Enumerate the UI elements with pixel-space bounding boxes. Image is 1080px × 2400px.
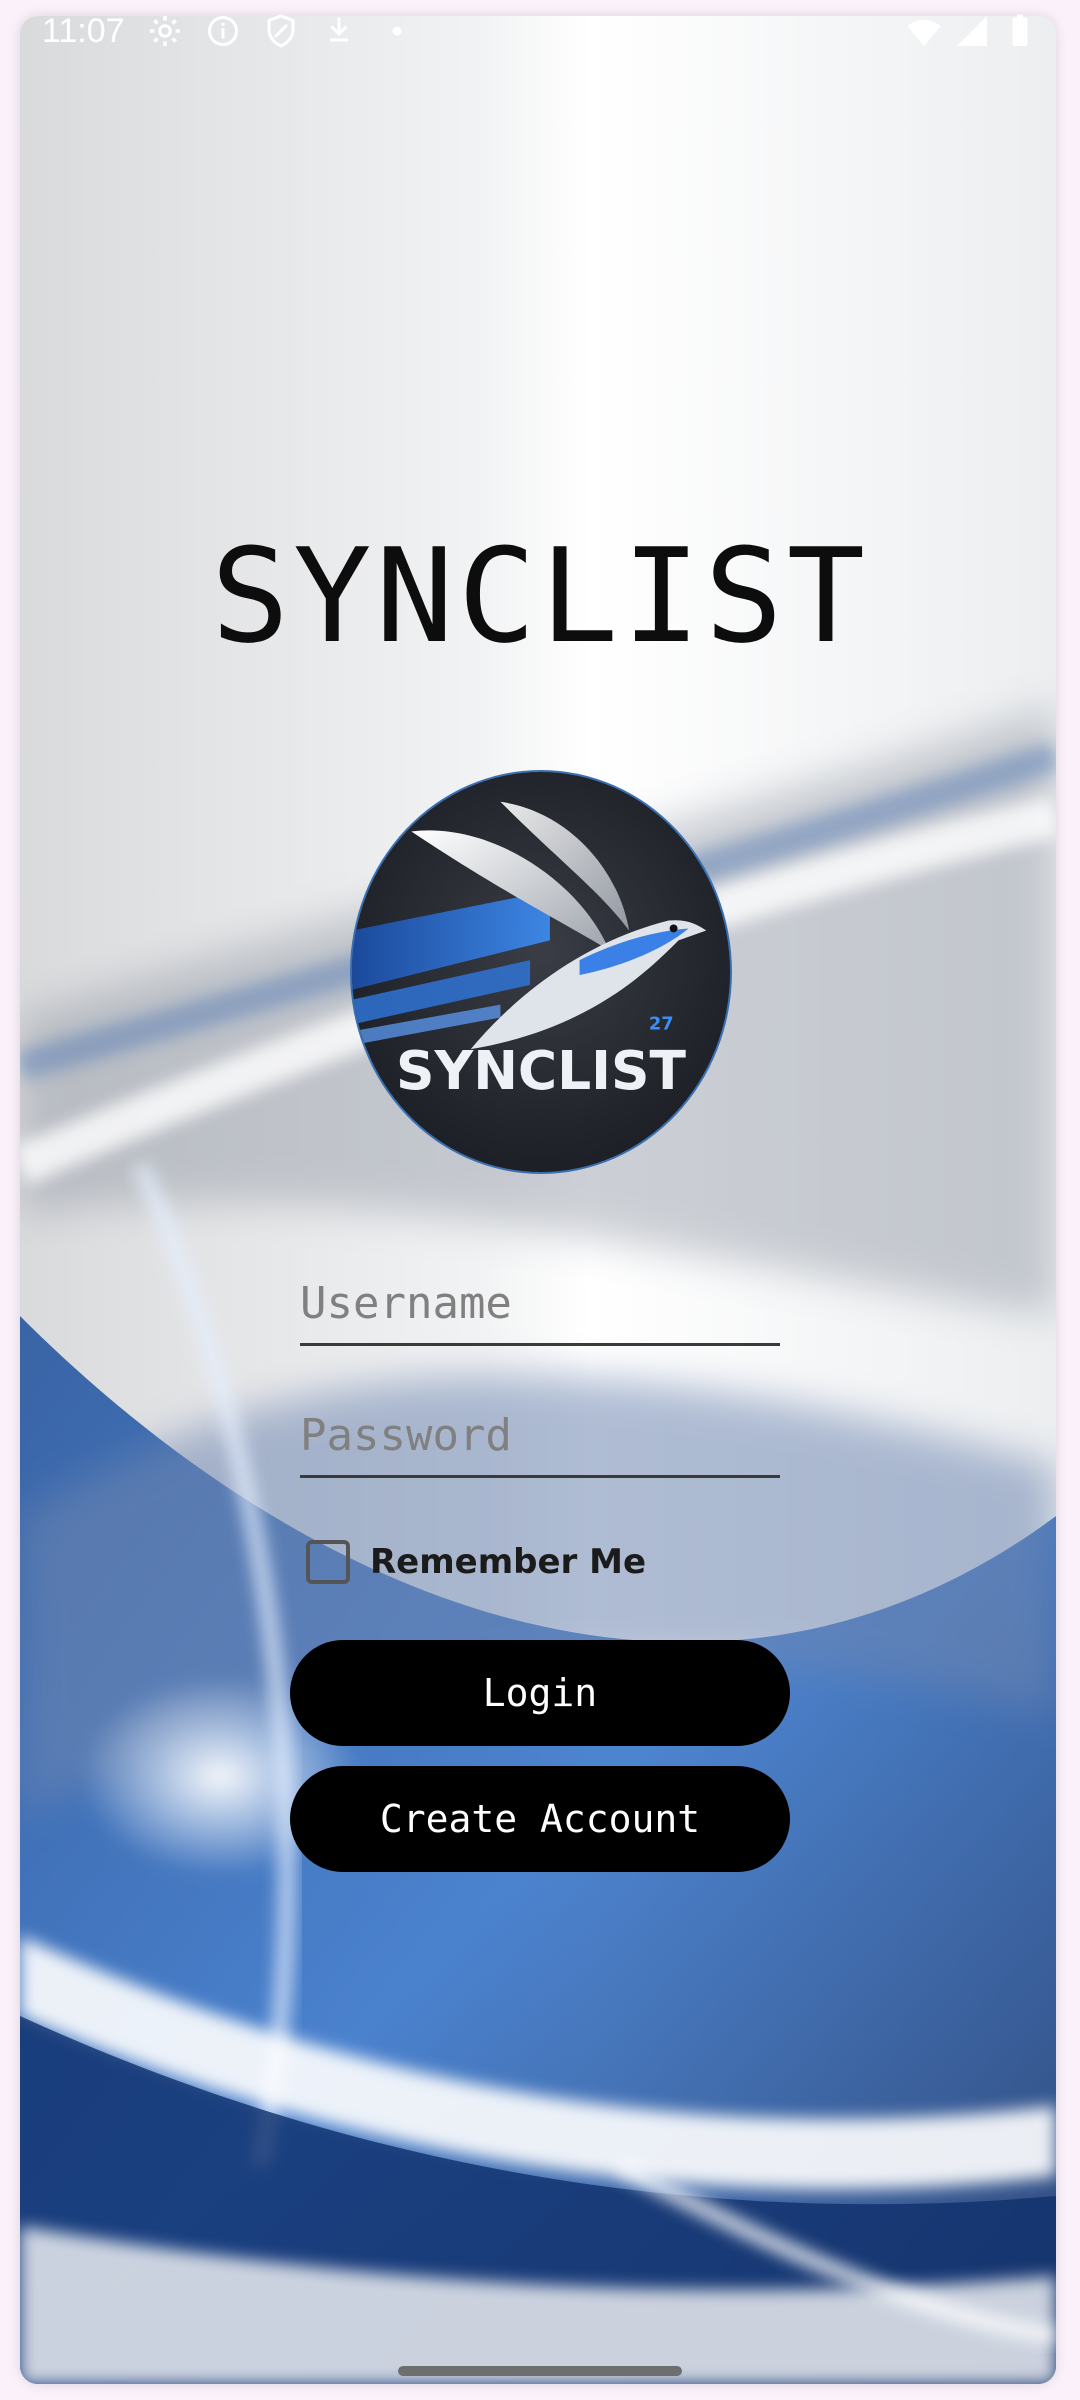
status-bar: 11:07: [0, 0, 1080, 62]
shield-icon: [267, 14, 295, 48]
status-time: 11:07: [42, 11, 125, 50]
cell-signal-icon: [957, 16, 987, 46]
background-swoosh-art: [20, 706, 1056, 2384]
home-indicator[interactable]: [398, 2366, 682, 2376]
app-logo: 27 SYNCLIST: [350, 770, 732, 1174]
wifi-icon: [907, 19, 941, 46]
info-icon: [207, 16, 238, 46]
logo-badge: 27: [649, 1013, 674, 1034]
battery-icon: [1012, 14, 1028, 46]
username-field[interactable]: [300, 1270, 780, 1346]
remember-me-label: Remember Me: [370, 1542, 647, 1582]
download-icon: [329, 17, 348, 42]
remember-me-row[interactable]: Remember Me: [306, 1540, 646, 1584]
username-input[interactable]: [300, 1270, 780, 1343]
status-right-group: [906, 13, 1038, 49]
logo-text: SYNCLIST: [396, 1039, 686, 1102]
status-left-group: 11:07: [42, 12, 415, 51]
password-field[interactable]: [300, 1402, 780, 1478]
login-button[interactable]: Login: [290, 1640, 790, 1746]
app-title: SYNCLIST: [210, 520, 870, 672]
create-account-button[interactable]: Create Account: [290, 1766, 790, 1872]
app-screen: [20, 16, 1056, 2384]
dot-icon: [392, 26, 402, 36]
password-input[interactable]: [300, 1402, 780, 1475]
settings-gear-icon: [149, 16, 180, 46]
remember-me-checkbox[interactable]: [306, 1540, 350, 1584]
